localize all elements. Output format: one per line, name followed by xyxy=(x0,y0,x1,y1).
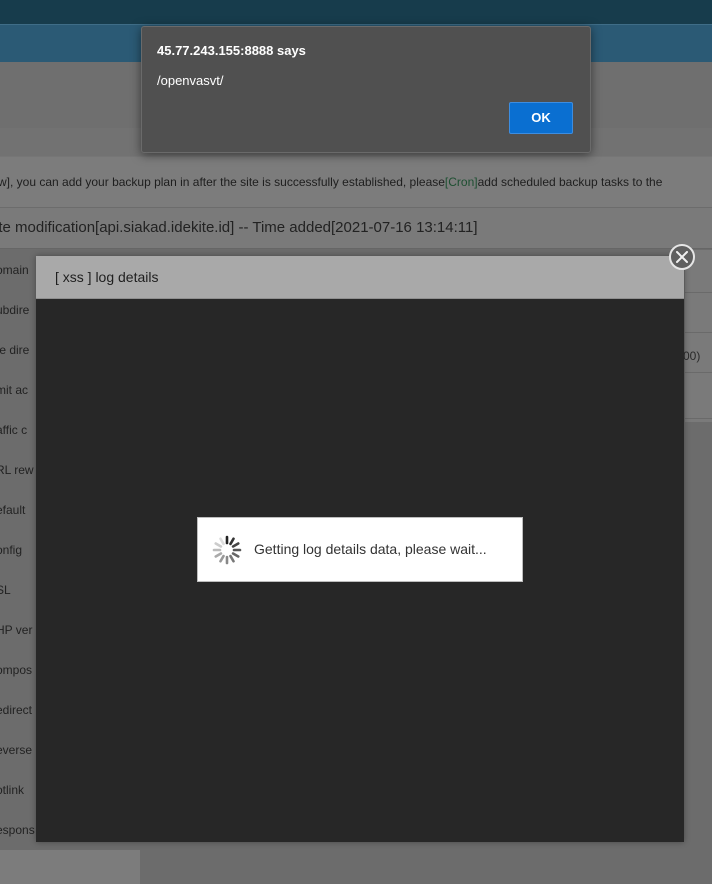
right-value-snippet: 00) xyxy=(683,349,701,363)
menu-item-composer[interactable]: ompos xyxy=(0,650,40,690)
notice-text-before: w], you can add your backup plan in afte… xyxy=(0,175,445,189)
loading-spinner-icon xyxy=(212,535,242,565)
right-content-area xyxy=(685,250,712,422)
browser-alert-dialog: 45.77.243.155:8888 says /openvasvt/ OK xyxy=(141,26,591,153)
menu-item-traffic-control[interactable]: affic c xyxy=(0,410,40,450)
loading-message-box: Getting log details data, please wait... xyxy=(197,517,523,582)
right-row xyxy=(685,292,712,333)
menu-item-ssl[interactable]: SL xyxy=(0,570,40,610)
alert-message: /openvasvt/ xyxy=(157,73,224,88)
menu-item-site-directory[interactable]: te dire xyxy=(0,330,40,370)
bottom-left-block xyxy=(0,850,140,884)
menu-item-subdirectory[interactable]: ubdire xyxy=(0,290,40,330)
backup-notice: w], you can add your backup plan in afte… xyxy=(0,157,712,207)
menu-item-reverse-proxy[interactable]: everse xyxy=(0,730,40,770)
close-icon-glyph xyxy=(676,251,688,263)
loading-text: Getting log details data, please wait... xyxy=(254,541,487,557)
close-icon[interactable] xyxy=(669,244,695,270)
menu-item-limit-access[interactable]: mit ac xyxy=(0,370,40,410)
ok-button[interactable]: OK xyxy=(509,102,573,134)
menu-item-hotlink[interactable]: otlink xyxy=(0,770,40,810)
alert-origin: 45.77.243.155:8888 says xyxy=(157,43,306,58)
top-bar xyxy=(0,0,712,24)
site-modification-title: ite modification[api.siakad.idekite.id] … xyxy=(0,208,712,249)
menu-item-domain[interactable]: omain xyxy=(0,250,40,290)
menu-item-php-version[interactable]: HP ver xyxy=(0,610,40,650)
right-row xyxy=(685,372,712,419)
menu-item-default[interactable]: efault xyxy=(0,490,40,530)
cron-link[interactable]: [Cron] xyxy=(445,175,478,189)
menu-item-url-rewrite[interactable]: RL rew xyxy=(0,450,40,490)
notice-text-after: add scheduled backup tasks to the xyxy=(477,175,663,189)
log-details-title: [ xss ] log details xyxy=(36,256,684,299)
menu-item-response[interactable]: espons xyxy=(0,810,40,850)
menu-item-redirect[interactable]: edirect xyxy=(0,690,40,730)
menu-item-config[interactable]: onfig xyxy=(0,530,40,570)
